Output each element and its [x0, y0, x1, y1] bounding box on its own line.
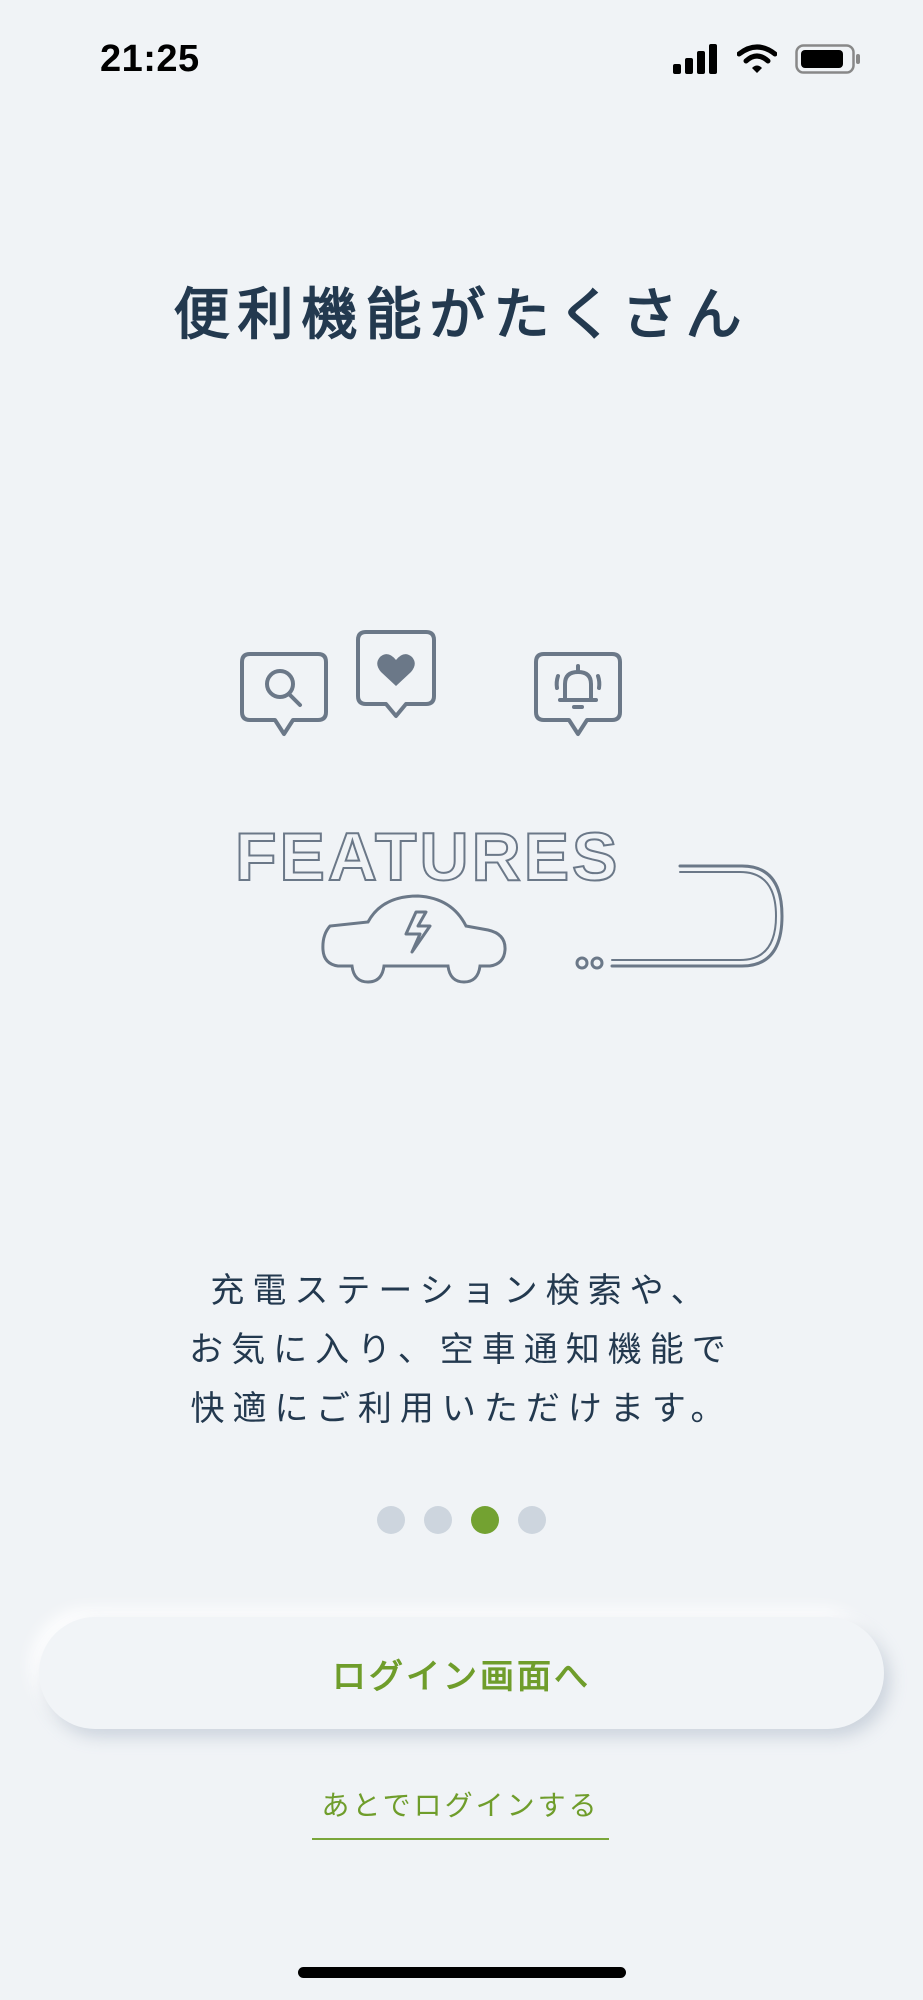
charging-cable — [610, 864, 784, 968]
status-time: 21:25 — [100, 38, 200, 80]
description-line: 充電ステーション検索や、 — [210, 1271, 713, 1311]
description-line: お気に入り、空車通知機能で — [189, 1330, 734, 1370]
status-bar: 21:25 — [0, 0, 923, 120]
login-screen-button[interactable]: ログイン画面へ — [39, 1617, 884, 1729]
login-later-link[interactable]: あとでログインする — [312, 1784, 609, 1840]
ev-car-icon — [321, 894, 507, 984]
heart-icon — [356, 630, 436, 718]
signal-icon — [673, 44, 717, 74]
status-icons — [673, 44, 861, 74]
search-icon — [240, 652, 328, 736]
features-wordmark: FEATURES — [235, 819, 620, 895]
home-indicator[interactable] — [298, 1967, 626, 1978]
page-title: 便利機能がたくさん — [173, 283, 750, 348]
description: 充電ステーション検索や、 お気に入り、空車通知機能で 快適にご利用いただけます。 — [0, 1262, 923, 1439]
page-indicator — [0, 1506, 923, 1534]
page-dot-2[interactable] — [424, 1506, 452, 1534]
alarm-bell-icon — [534, 652, 622, 736]
battery-icon — [795, 44, 860, 74]
page-dot-3-active[interactable] — [471, 1506, 499, 1534]
features-illustration: FEATURES — [234, 630, 784, 984]
description-line: 快適にご利用いただけます。 — [190, 1389, 733, 1429]
wifi-icon — [737, 44, 777, 73]
page-dot-1[interactable] — [377, 1506, 405, 1534]
page-dot-4[interactable] — [518, 1506, 546, 1534]
